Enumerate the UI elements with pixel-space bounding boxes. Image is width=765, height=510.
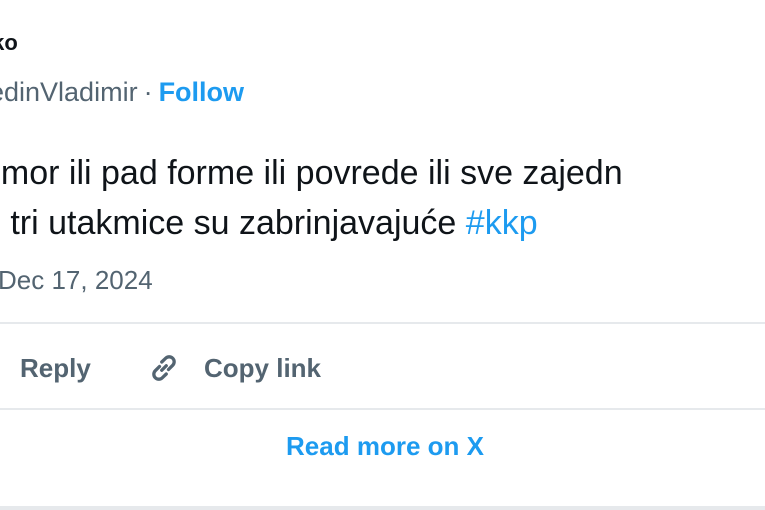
card-bottom-border: [0, 506, 765, 510]
read-more-link[interactable]: Read more on X: [250, 426, 520, 466]
author-handle[interactable]: redinVladimir: [0, 77, 138, 107]
tweet-text-line-2: e tri utakmice su zabrinjavajuće: [0, 204, 466, 242]
tweet-timestamp[interactable]: Dec 17, 2024: [0, 265, 153, 296]
follow-button[interactable]: Follow: [159, 77, 244, 107]
copy-link-label: Copy link: [204, 352, 322, 383]
tweet-text: umor ili pad forme ili povrede ili sve z…: [0, 148, 623, 248]
author-handle-row: redinVladimir·Follow: [0, 76, 244, 108]
hashtag-link[interactable]: #kkp: [466, 204, 538, 242]
tweet-text-line-1: umor ili pad forme ili povrede ili sve z…: [0, 154, 623, 192]
link-icon: [152, 355, 176, 381]
tweet-card: jko redinVladimir·Follow umor ili pad fo…: [0, 0, 765, 510]
copy-link-button[interactable]: Copy link: [146, 347, 321, 389]
divider-bottom: [0, 408, 765, 410]
separator-dot: ·: [143, 77, 153, 107]
reply-label: Reply: [20, 352, 91, 383]
divider-top: [0, 322, 765, 324]
reply-button[interactable]: Reply: [20, 347, 91, 389]
author-display-name[interactable]: jko: [0, 30, 18, 56]
